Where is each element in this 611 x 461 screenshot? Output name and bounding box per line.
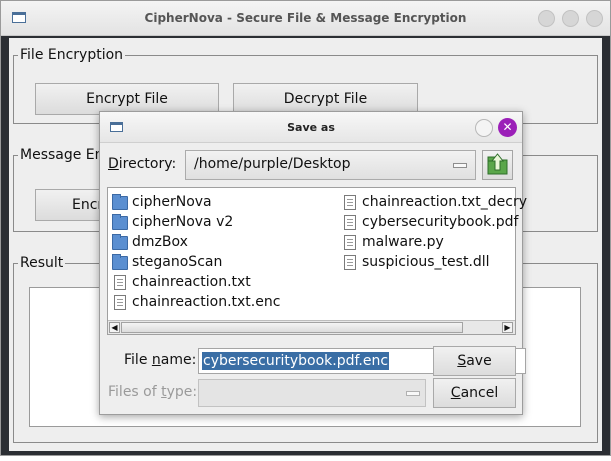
horizontal-scrollbar[interactable]: ◀ ▶ bbox=[108, 320, 515, 334]
filename-selected-text: cybersecuritybook.pdf.enc bbox=[202, 352, 390, 370]
filename-label: File name: bbox=[124, 352, 197, 368]
save-button[interactable]: Save bbox=[433, 346, 516, 376]
close-button[interactable] bbox=[586, 10, 603, 27]
file-name: dmzBox bbox=[132, 234, 188, 250]
filetype-combo[interactable] bbox=[198, 379, 426, 407]
file-name: chainreaction.txt bbox=[132, 274, 251, 290]
file-name: steganoScan bbox=[132, 254, 223, 270]
scroll-right-icon[interactable]: ▶ bbox=[502, 322, 513, 333]
file-icon bbox=[344, 255, 356, 270]
close-icon: ✕ bbox=[502, 120, 513, 134]
file-icon bbox=[114, 295, 126, 310]
message-encryption-legend: Message En bbox=[18, 147, 106, 164]
file-icon bbox=[344, 195, 356, 210]
dialog-title: Save as bbox=[287, 121, 335, 134]
file-name: suspicious_test.dll bbox=[362, 254, 490, 270]
save-as-dialog: Save as ✕ Directory: /home/purple/Deskto… bbox=[99, 111, 527, 415]
title-bar[interactable]: CipherNova - Secure File & Message Encry… bbox=[1, 1, 610, 36]
directory-label: Directory: bbox=[108, 156, 177, 172]
folder-icon bbox=[112, 234, 128, 250]
combo-arrow-icon bbox=[453, 163, 467, 168]
file-icon bbox=[114, 275, 126, 290]
file-name: chainreaction.txt_decry bbox=[362, 194, 528, 210]
maximize-button[interactable] bbox=[562, 10, 579, 27]
file-list[interactable]: cipherNova cipherNova v2 dmzBox steganoScan… bbox=[107, 187, 527, 335]
dialog-title-bar[interactable]: Save as ✕ bbox=[100, 112, 522, 143]
filetype-label: Files of type: bbox=[108, 384, 198, 400]
cancel-button[interactable]: Cancel bbox=[433, 378, 516, 408]
dialog-close-button[interactable]: ✕ bbox=[498, 118, 517, 137]
file-icon bbox=[344, 235, 356, 250]
file-icon bbox=[344, 215, 356, 230]
file-encryption-legend: File Encryption bbox=[18, 47, 126, 64]
directory-value: /home/purple/Desktop bbox=[194, 156, 351, 172]
folder-icon bbox=[112, 214, 128, 230]
scroll-left-icon[interactable]: ◀ bbox=[109, 322, 120, 333]
filetype-arrow-icon bbox=[406, 391, 420, 396]
minimize-button[interactable] bbox=[538, 10, 555, 27]
file-name: cipherNova bbox=[132, 194, 212, 210]
result-legend: Result bbox=[18, 255, 66, 272]
file-name: chainreaction.txt.enc bbox=[132, 294, 281, 310]
folder-icon bbox=[112, 254, 128, 270]
file-name: cybersecuritybook.pdf bbox=[362, 214, 519, 230]
scrollbar-thumb[interactable] bbox=[121, 322, 463, 333]
directory-combo[interactable]: /home/purple/Desktop bbox=[185, 150, 476, 180]
file-name: cipherNova v2 bbox=[132, 214, 234, 230]
up-folder-button[interactable] bbox=[482, 150, 513, 180]
window-title: CipherNova - Secure File & Message Encry… bbox=[144, 11, 467, 25]
up-folder-icon bbox=[487, 153, 508, 175]
file-name: malware.py bbox=[362, 234, 444, 250]
dialog-minimize-button[interactable] bbox=[475, 119, 493, 137]
folder-icon bbox=[112, 194, 128, 210]
